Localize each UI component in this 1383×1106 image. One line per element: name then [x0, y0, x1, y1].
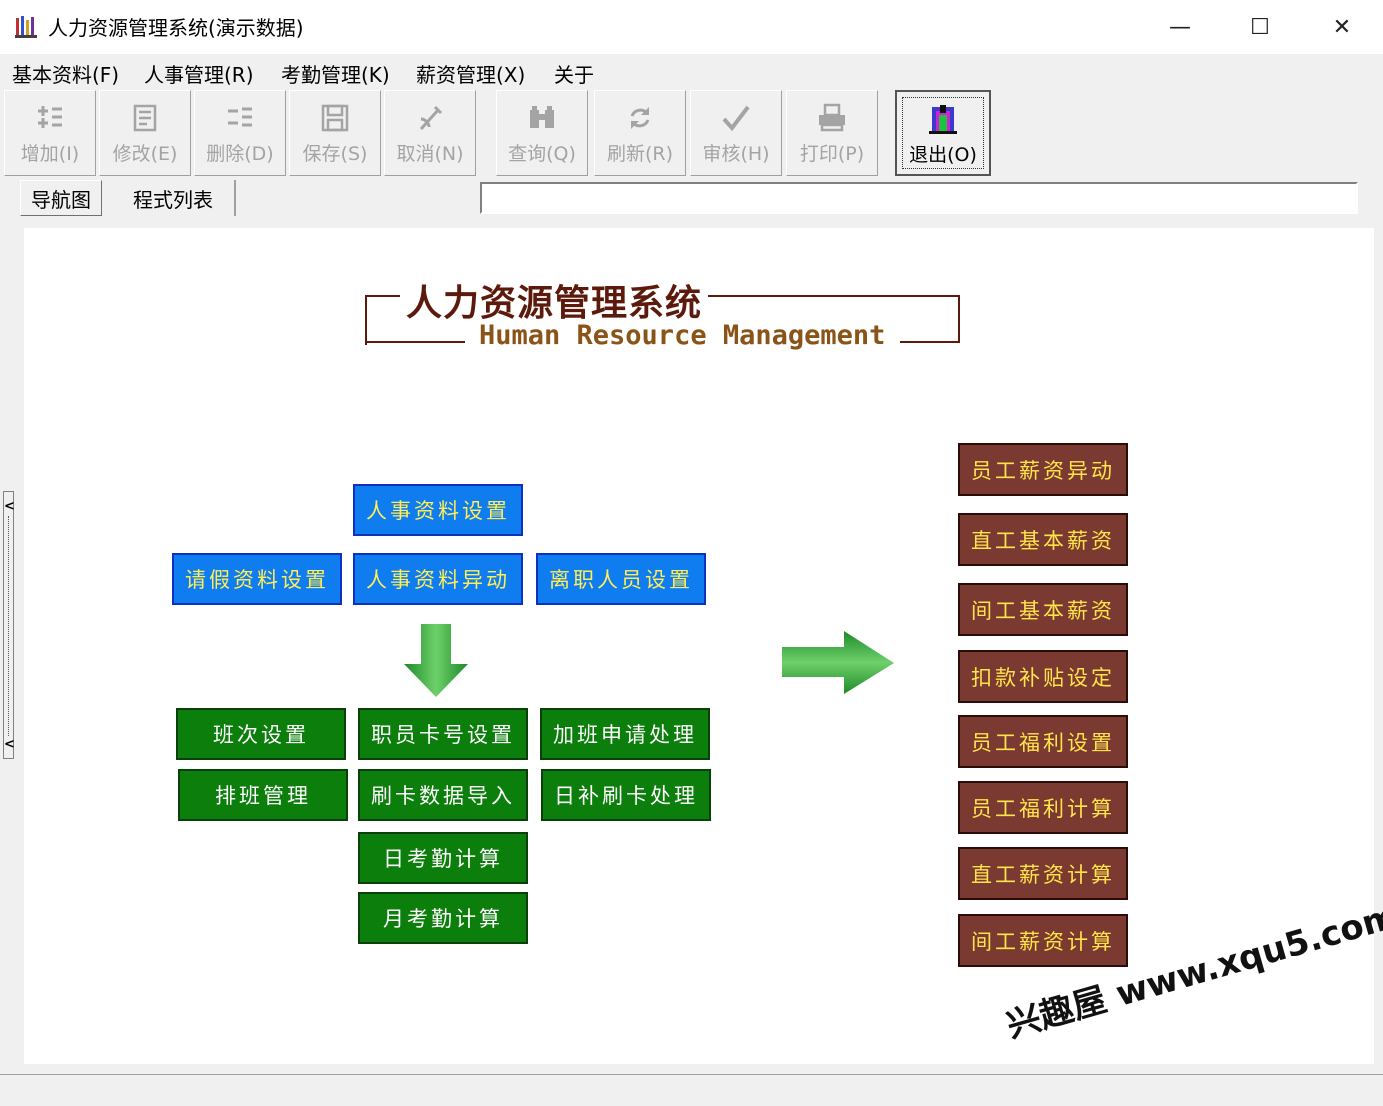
- close-button[interactable]: ✕: [1302, 0, 1382, 54]
- shift-scheduling-button[interactable]: 排班管理: [178, 769, 348, 821]
- refresh-icon: [595, 101, 685, 135]
- direct-base-salary-button[interactable]: 直工基本薪资: [958, 513, 1128, 566]
- staff-card-button[interactable]: 职员卡号设置: [358, 708, 528, 760]
- query-label: 查询(Q): [508, 143, 576, 165]
- tab-program-list[interactable]: 程式列表: [112, 180, 236, 216]
- deduction-allowance-button[interactable]: 扣款补贴设定: [958, 650, 1128, 703]
- shift-settings-button[interactable]: 班次设置: [176, 708, 346, 760]
- printer-icon: [787, 101, 877, 135]
- daily-attendance-calc-button[interactable]: 日考勤计算: [358, 832, 528, 884]
- side-splitter[interactable]: < <: [3, 491, 15, 759]
- monthly-attendance-calc-button[interactable]: 月考勤计算: [358, 892, 528, 944]
- resigned-staff-button[interactable]: 离职人员设置: [536, 553, 706, 605]
- logo-title: 人力资源管理系统: [400, 274, 709, 326]
- indirect-salary-calc-button[interactable]: 间工薪资计算: [958, 914, 1128, 967]
- menu-bar: 基本资料(F) 人事管理(R) 考勤管理(K) 薪资管理(X) 关于: [0, 54, 1383, 88]
- save-icon: [290, 101, 380, 135]
- title-bar: 人力资源管理系统(演示数据) — ☐ ✕: [0, 0, 1383, 54]
- delete-button[interactable]: 删除(D): [194, 90, 286, 176]
- checkmark-icon: [691, 101, 781, 135]
- add-icon: [5, 101, 95, 135]
- down-arrow-icon: [404, 624, 468, 697]
- menu-attendance[interactable]: 考勤管理(K): [281, 59, 390, 88]
- personnel-change-button[interactable]: 人事资料异动: [353, 553, 523, 605]
- welfare-calc-button[interactable]: 员工福利计算: [958, 781, 1128, 834]
- collapse-arrow-icon[interactable]: <: [4, 738, 15, 751]
- audit-button[interactable]: 审核(H): [690, 90, 782, 176]
- audit-label: 审核(H): [702, 143, 770, 165]
- leave-settings-button[interactable]: 请假资料设置: [172, 553, 342, 605]
- daily-punch-fix-button[interactable]: 日补刷卡处理: [541, 769, 711, 821]
- tab-navigation-map[interactable]: 导航图: [20, 180, 102, 216]
- cancel-button[interactable]: 取消(N): [384, 90, 476, 176]
- status-bar: [0, 1074, 1383, 1106]
- add-button[interactable]: 增加(I): [4, 90, 96, 176]
- menu-about[interactable]: 关于: [554, 59, 594, 88]
- minimize-button[interactable]: —: [1140, 0, 1220, 54]
- window-title: 人力资源管理系统(演示数据): [48, 16, 304, 40]
- cancel-label: 取消(N): [396, 143, 464, 165]
- delete-label: 删除(D): [206, 143, 274, 165]
- overtime-request-button[interactable]: 加班申请处理: [540, 708, 710, 760]
- binoculars-icon: [497, 101, 587, 135]
- card-data-import-button[interactable]: 刷卡数据导入: [358, 769, 528, 821]
- menu-salary[interactable]: 薪资管理(X): [416, 59, 525, 88]
- right-arrow-icon: [782, 631, 894, 694]
- indirect-base-salary-button[interactable]: 间工基本薪资: [958, 583, 1128, 636]
- refresh-button[interactable]: 刷新(R): [594, 90, 686, 176]
- edit-button[interactable]: 修改(E): [99, 90, 191, 176]
- salary-change-button[interactable]: 员工薪资异动: [958, 443, 1128, 496]
- logo-subtitle: Human Resource Management: [475, 320, 890, 351]
- refresh-label: 刷新(R): [606, 143, 674, 165]
- direct-salary-calc-button[interactable]: 直工薪资计算: [958, 847, 1128, 900]
- cancel-icon: [385, 101, 475, 135]
- app-logo-icon: [15, 16, 37, 38]
- toolbar: 增加(I) 修改(E) 删除(D) 保存(S) 取消(N) 查询(Q) 刷新(R…: [0, 88, 1383, 180]
- save-label: 保存(S): [302, 143, 368, 165]
- delete-icon: [195, 101, 285, 135]
- personnel-settings-button[interactable]: 人事资料设置: [353, 484, 523, 536]
- menu-basic-data[interactable]: 基本资料(F): [12, 59, 119, 88]
- collapse-arrow-icon[interactable]: <: [4, 500, 15, 513]
- edit-label: 修改(E): [112, 143, 178, 165]
- save-button[interactable]: 保存(S): [289, 90, 381, 176]
- exit-door-icon: [897, 102, 989, 136]
- maximize-button[interactable]: ☐: [1220, 0, 1300, 54]
- edit-icon: [100, 101, 190, 135]
- welfare-settings-button[interactable]: 员工福利设置: [958, 715, 1128, 768]
- exit-button[interactable]: 退出(O): [895, 90, 991, 176]
- query-button[interactable]: 查询(Q): [496, 90, 588, 176]
- add-label: 增加(I): [20, 143, 80, 165]
- print-label: 打印(P): [799, 143, 865, 165]
- splitter-grip: [8, 516, 10, 736]
- menu-personnel[interactable]: 人事管理(R): [144, 59, 254, 88]
- navigation-canvas: [24, 228, 1374, 1064]
- exit-label: 退出(O): [909, 144, 977, 166]
- print-button[interactable]: 打印(P): [786, 90, 878, 176]
- path-field[interactable]: [480, 182, 1358, 214]
